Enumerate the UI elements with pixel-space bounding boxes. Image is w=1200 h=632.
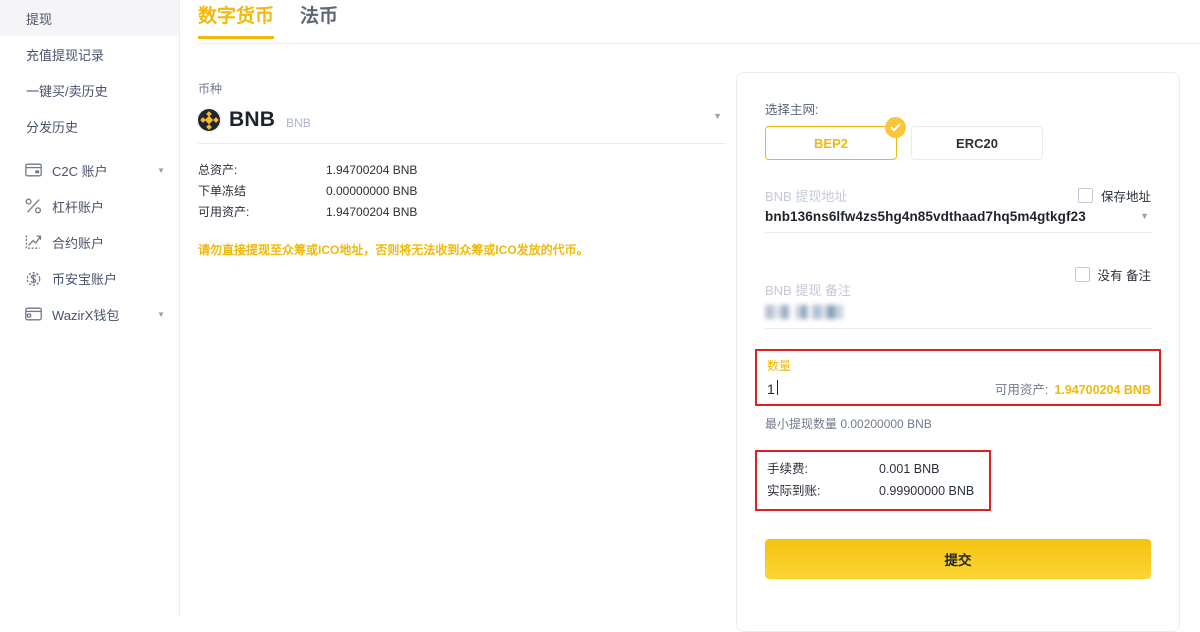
memo-block: 没有 备注 BNB 提现 备注 <box>765 265 1151 329</box>
address-value: bnb136ns6lfw4zs5hg4n85vdthaad7hq5m4gtkgf… <box>765 209 1086 224</box>
sidebar-item-label: 币安宝账户 <box>52 269 117 288</box>
sidebar-item-quick-buy-sell-history[interactable]: 一键买/卖历史 <box>0 72 179 108</box>
balance-value: 0.00000000 BNB <box>326 181 417 202</box>
no-memo-label: 没有 备注 <box>1098 265 1151 284</box>
available-balance: 可用资产: 1.94700204 BNB <box>995 379 1151 398</box>
save-address-label: 保存地址 <box>1101 186 1151 205</box>
network-option-bep2[interactable]: BEP2 <box>765 126 897 160</box>
fee-value: 0.001 BNB <box>879 458 939 480</box>
balance-list: 总资产: 1.94700204 BNB 下单冻结 0.00000000 BNB … <box>198 160 726 223</box>
wallet-icon <box>24 305 42 323</box>
amount-input[interactable]: 1 <box>767 381 775 397</box>
main-content: 数字货币 法币 币种 BNB BNB ▼ <box>180 0 1200 617</box>
network-options: BEP2 ERC20 <box>765 126 1151 160</box>
address-field[interactable]: bnb136ns6lfw4zs5hg4n85vdthaad7hq5m4gtkgf… <box>765 209 1151 233</box>
checkbox-box <box>1078 188 1093 203</box>
sidebar-item-label: 提现 <box>26 9 52 28</box>
bnb-coin-icon <box>198 109 220 131</box>
min-withdraw-note: 最小提现数量 0.00200000 BNB <box>765 415 1151 432</box>
network-option-label: BEP2 <box>814 136 848 151</box>
amount-highlight-box: 数量 1 可用资产: 1.94700204 BNB <box>755 349 1161 406</box>
chevron-down-icon: ▼ <box>157 310 165 319</box>
network-icon <box>24 233 42 251</box>
withdraw-form-panel: 选择主网: BEP2 ERC20 BNB 提现地址 <box>736 72 1180 632</box>
sidebar: 提现 充值提现记录 一键买/卖历史 分发历史 C2C 账户 ▼ <box>0 0 180 617</box>
checkbox-box <box>1075 267 1090 282</box>
fee-label: 手续费: <box>767 458 879 480</box>
balance-label: 下单冻结 <box>198 181 326 202</box>
sidebar-item-label: C2C 账户 <box>52 161 108 180</box>
no-memo-checkbox[interactable]: 没有 备注 <box>1075 265 1151 284</box>
sidebar-item-label: 一键买/卖历史 <box>26 81 108 100</box>
coin-field-label: 币种 <box>198 80 726 97</box>
sidebar-item-deposit-withdraw-history[interactable]: 充值提现记录 <box>0 36 179 72</box>
tab-bar: 数字货币 法币 <box>198 0 1200 44</box>
network-select-label: 选择主网: <box>765 99 1151 118</box>
memo-value-redacted[interactable] <box>765 305 843 319</box>
balance-row: 下单冻结 0.00000000 BNB <box>198 181 726 202</box>
memo-underline <box>765 328 1151 329</box>
sidebar-item-label: 分发历史 <box>26 117 78 136</box>
chevron-down-icon: ▼ <box>713 111 722 121</box>
chevron-down-icon[interactable]: ▼ <box>1140 211 1149 221</box>
network-option-label: ERC20 <box>956 136 998 151</box>
balance-value: 1.94700204 BNB <box>326 202 417 223</box>
fee-label: 实际到账: <box>767 480 879 502</box>
address-placeholder-label: BNB 提现地址 <box>765 186 847 205</box>
save-address-checkbox[interactable]: 保存地址 <box>1078 186 1151 205</box>
sidebar-spacer <box>0 144 179 152</box>
percent-icon <box>24 197 42 215</box>
dollar-coin-icon <box>24 269 42 287</box>
balance-label: 总资产: <box>198 160 326 181</box>
available-label: 可用资产: <box>995 383 1048 397</box>
fee-value: 0.99900000 BNB <box>879 480 974 502</box>
network-option-erc20[interactable]: ERC20 <box>911 126 1043 160</box>
sidebar-item-label: 充值提现记录 <box>26 45 104 64</box>
tab-crypto[interactable]: 数字货币 <box>198 4 274 38</box>
sidebar-item-label: 杠杆账户 <box>52 197 104 216</box>
submit-button[interactable]: 提交 <box>765 539 1151 579</box>
fee-highlight-box: 手续费: 0.001 BNB 实际到账: 0.99900000 BNB <box>755 450 991 511</box>
fee-row: 手续费: 0.001 BNB <box>767 458 979 480</box>
balance-value: 1.94700204 BNB <box>326 160 417 181</box>
coin-info-column: 币种 BNB BNB ▼ 总资产: 1 <box>198 80 736 632</box>
fee-row: 实际到账: 0.99900000 BNB <box>767 480 979 502</box>
amount-label: 数量 <box>765 357 1151 374</box>
card-icon <box>24 161 42 179</box>
sidebar-item-label: 合约账户 <box>52 233 104 252</box>
chevron-down-icon: ▼ <box>157 166 165 175</box>
withdraw-page: 提现 充值提现记录 一键买/卖历史 分发历史 C2C 账户 ▼ <box>0 0 1200 617</box>
balance-row: 可用资产: 1.94700204 BNB <box>198 202 726 223</box>
coin-selector[interactable]: BNB BNB ▼ <box>198 103 726 144</box>
sidebar-item-futures-account[interactable]: 合约账户 <box>0 224 179 260</box>
tab-fiat[interactable]: 法币 <box>300 4 338 38</box>
sidebar-item-withdraw[interactable]: 提现 <box>0 0 179 36</box>
sidebar-item-distribution-history[interactable]: 分发历史 <box>0 108 179 144</box>
address-header-row: BNB 提现地址 保存地址 <box>765 186 1151 205</box>
check-circle-icon <box>885 117 906 138</box>
amount-row: 1 可用资产: 1.94700204 BNB <box>765 379 1151 398</box>
balance-row: 总资产: 1.94700204 BNB <box>198 160 726 181</box>
coin-fullname: BNB <box>286 116 311 130</box>
sidebar-item-wazirx-wallet[interactable]: WazirX钱包 ▼ <box>0 296 179 332</box>
sidebar-item-savings-account[interactable]: 币安宝账户 <box>0 260 179 296</box>
sidebar-item-label: WazirX钱包 <box>52 305 119 324</box>
available-value: 1.94700204 BNB <box>1054 383 1151 397</box>
content-columns: 币种 BNB BNB ▼ 总资产: 1 <box>198 44 1200 632</box>
sidebar-item-margin-account[interactable]: 杠杆账户 <box>0 188 179 224</box>
sidebar-item-c2c-account[interactable]: C2C 账户 ▼ <box>0 152 179 188</box>
balance-label: 可用资产: <box>198 202 326 223</box>
coin-symbol: BNB <box>229 108 275 132</box>
ico-warning-text: 请勿直接提现至众筹或ICO地址，否则将无法收到众筹或ICO发放的代币。 <box>198 241 726 259</box>
